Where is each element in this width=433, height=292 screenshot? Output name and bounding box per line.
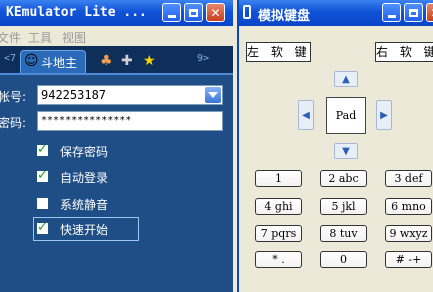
key-6[interactable]: 6 mno xyxy=(385,198,432,215)
keyboard-title-bar[interactable]: 模拟键盘 ✕ xyxy=(239,0,433,26)
key-3[interactable]: 3 def xyxy=(385,170,432,187)
character-icon[interactable]: ♣ xyxy=(100,54,113,68)
key-1[interactable]: 1 xyxy=(255,170,302,187)
menu-view[interactable]: 视图 xyxy=(62,29,86,46)
virtual-keyboard-window: 模拟键盘 ✕ 左 软 键 右 软 键 ▲ ◀ Pad ▶ ▼ 1 2 abc 3… xyxy=(237,0,433,292)
option-label: 系统静音 xyxy=(60,198,109,212)
password-label: 密码: xyxy=(0,116,27,130)
doudizhu-avatar-icon: ☺ xyxy=(24,53,39,69)
minimize-icon xyxy=(387,14,396,18)
nav-down-button[interactable]: ▼ xyxy=(334,143,358,159)
nav-up-button[interactable]: ▲ xyxy=(334,71,358,87)
key-0[interactable]: 0 xyxy=(320,251,367,268)
account-label: 帐号: xyxy=(0,90,27,104)
password-value: *************** xyxy=(41,115,132,126)
right-soft-key[interactable]: 右 软 键 xyxy=(375,42,433,62)
pad-center-button[interactable]: Pad xyxy=(326,97,366,134)
key-9[interactable]: 9 wxyz xyxy=(385,225,432,242)
maximize-icon xyxy=(189,8,198,17)
phone-icon xyxy=(243,5,251,19)
option-auto-login[interactable]: 自动登录 xyxy=(33,167,153,189)
maximize-icon xyxy=(409,8,418,17)
chevron-right-icon: ▶ xyxy=(380,109,388,121)
close-button[interactable]: ✕ xyxy=(206,3,225,22)
checkbox-mute[interactable] xyxy=(36,197,49,210)
kemulator-window: KEmulator Lite ... ✕ 文件 工具 视图 <7 ☺ 斗地主 ♣… xyxy=(0,0,233,292)
tab-prev-button[interactable]: <7 xyxy=(4,53,16,64)
left-soft-key[interactable]: 左 软 键 xyxy=(246,42,311,62)
checkbox-quick-start[interactable] xyxy=(36,220,49,235)
game-tab-bar: <7 ☺ 斗地主 ♣ ✚ ★ 9> xyxy=(0,46,233,75)
key-8[interactable]: 8 tuv xyxy=(320,225,367,242)
menu-file[interactable]: 文件 xyxy=(0,29,21,46)
password-field[interactable]: *************** xyxy=(37,111,223,131)
key-hash[interactable]: # -+ xyxy=(385,251,432,268)
keyboard-close-button[interactable]: ✕ xyxy=(426,3,433,22)
menu-tools[interactable]: 工具 xyxy=(28,29,52,46)
title-bar[interactable]: KEmulator Lite ... ✕ xyxy=(0,0,233,26)
key-2[interactable]: 2 abc xyxy=(320,170,367,187)
account-value: 942253187 xyxy=(41,88,107,102)
option-quick-start[interactable]: 快速开始 xyxy=(33,219,153,241)
checkbox-auto-login[interactable] xyxy=(36,168,49,183)
chevron-up-icon: ▲ xyxy=(342,73,350,85)
account-combo[interactable]: 942253187 xyxy=(37,85,223,105)
option-mute[interactable]: 系统静音 xyxy=(33,194,153,216)
option-label: 保存密码 xyxy=(60,145,109,159)
chevron-left-icon: ◀ xyxy=(302,109,310,121)
window-title: KEmulator Lite ... xyxy=(6,5,147,20)
close-icon: ✕ xyxy=(427,4,433,21)
tab-next-button[interactable]: 9> xyxy=(197,53,209,64)
menu-bar: 文件 工具 视图 xyxy=(0,26,233,46)
option-label: 自动登录 xyxy=(60,171,109,185)
key-star[interactable]: * . xyxy=(255,251,302,268)
minimize-button[interactable] xyxy=(162,3,181,22)
star-icon[interactable]: ★ xyxy=(143,54,156,68)
nav-left-button[interactable]: ◀ xyxy=(298,100,314,130)
minimize-icon xyxy=(167,14,176,18)
dropdown-arrow-icon[interactable] xyxy=(205,87,221,103)
keyboard-minimize-button[interactable] xyxy=(382,3,401,22)
key-4[interactable]: 4 ghi xyxy=(255,198,302,215)
keyboard-title: 模拟键盘 xyxy=(258,9,311,24)
gamepad-icon[interactable]: ✚ xyxy=(121,54,133,68)
nav-right-button[interactable]: ▶ xyxy=(376,100,392,130)
close-icon: ✕ xyxy=(210,5,221,20)
key-7[interactable]: 7 pqrs xyxy=(255,225,302,242)
option-save-password[interactable]: 保存密码 xyxy=(33,141,153,163)
tab-doudizhu[interactable]: ☺ 斗地主 xyxy=(20,50,86,73)
key-5[interactable]: 5 jkl xyxy=(320,198,367,215)
option-label: 快速开始 xyxy=(60,223,109,237)
tab-label: 斗地主 xyxy=(41,56,78,70)
chevron-down-icon: ▼ xyxy=(342,145,350,157)
maximize-button[interactable] xyxy=(184,3,203,22)
checkbox-save-password[interactable] xyxy=(36,142,49,157)
keyboard-maximize-button[interactable] xyxy=(404,3,423,22)
